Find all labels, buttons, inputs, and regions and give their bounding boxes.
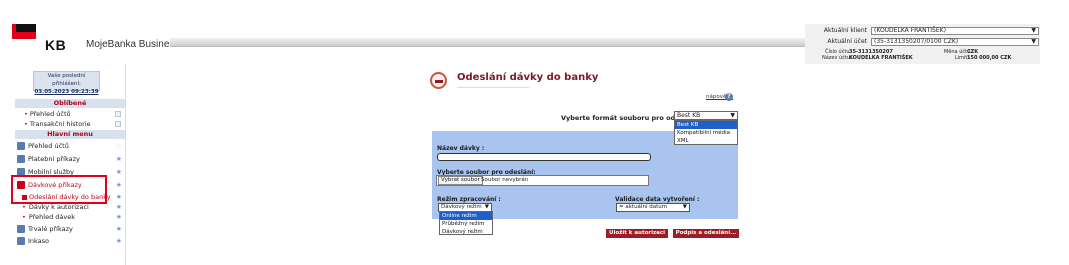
chevron-down-icon: ▼: [1031, 27, 1036, 34]
kb-logo: [12, 24, 36, 39]
validation-label: Validace data vytvoření :: [615, 196, 700, 203]
account-select[interactable]: (35-3131350207/0100 CZK) ▼: [871, 38, 1039, 46]
title-underline: [457, 87, 529, 88]
save-for-authorization-button[interactable]: Uložit k autorizaci: [606, 229, 668, 238]
last-login-box: Vaše poslední přihlášení: 03.05.2023 09:…: [33, 71, 100, 95]
sidebar: Vaše poslední přihlášení: 03.05.2023 09:…: [12, 64, 126, 265]
chevron-down-icon: ▼: [1031, 38, 1036, 45]
last-login-label: Vaše poslední přihlášení:: [47, 73, 86, 87]
choose-file-button[interactable]: Vybrat soubor: [438, 176, 483, 185]
star-icon[interactable]: ★: [116, 223, 122, 235]
format-option[interactable]: XML: [675, 137, 737, 145]
product-name: MojeBanka Business: [86, 39, 180, 50]
batch-name-label: Název dávky :: [437, 145, 485, 152]
standing-orders-icon: [17, 225, 25, 233]
page-title: Odeslání dávky do banky: [457, 72, 599, 83]
menu-item-accounts[interactable]: Přehled účtů ☆: [15, 140, 125, 152]
highlight-annotation: [11, 175, 107, 204]
accounts-icon: [17, 142, 25, 150]
batch-name-input[interactable]: [437, 153, 651, 161]
file-status: Soubor nevybrán: [481, 177, 529, 183]
file-input[interactable]: Vybrat soubor Soubor nevybrán: [436, 175, 649, 186]
client-select[interactable]: (KOUDELKA FRANTIŠEK) ▼: [871, 27, 1039, 35]
payments-icon: [17, 155, 25, 163]
mode-dropdown-list: Online režim Průběžný režim Dávkový reži…: [439, 211, 493, 235]
account-name-label: Název účtu:: [822, 55, 852, 61]
chevron-down-icon: ▼: [730, 112, 735, 119]
menu-item-direct-debit[interactable]: Inkaso ★: [15, 235, 125, 247]
direct-debit-icon: [17, 237, 25, 245]
star-icon[interactable]: ★: [116, 192, 122, 202]
send-batch-icon: [430, 72, 447, 89]
client-label: Aktuální klient: [823, 27, 867, 34]
star-icon[interactable]: ★: [116, 166, 122, 178]
star-icon[interactable]: ☆: [116, 140, 122, 152]
remove-favorite-icon[interactable]: [115, 121, 121, 127]
star-icon[interactable]: ★: [116, 235, 122, 247]
account-label: Aktuální účet: [827, 38, 867, 45]
chevron-down-icon: ▼: [682, 204, 687, 210]
mode-option[interactable]: Dávkový režim: [440, 228, 492, 236]
star-icon[interactable]: ★: [116, 153, 122, 165]
account-name: KOUDELKA FRANTIŠEK: [849, 55, 913, 61]
favorites-heading: Oblíbené: [15, 99, 125, 108]
remove-favorite-icon[interactable]: [115, 111, 121, 117]
mode-label: Režim zpracování :: [437, 196, 501, 203]
sign-and-send-button[interactable]: Podpis a odeslání...: [673, 229, 739, 238]
brand-name: KB: [45, 37, 67, 53]
chevron-down-icon: ▼: [484, 204, 489, 210]
help-icon[interactable]: ?: [725, 93, 733, 101]
mode-option[interactable]: Průběžný režim: [440, 220, 492, 228]
context-panel: Aktuální klient (KOUDELKA FRANTIŠEK) ▼ Ak…: [805, 24, 1040, 64]
menu-item-payments[interactable]: Platební příkazy ★: [15, 153, 125, 165]
mode-option[interactable]: Online režim: [440, 212, 492, 220]
last-login-date[interactable]: 03.05.2023 09:23:39: [34, 88, 99, 96]
limit: 150 000,00 CZK: [967, 55, 1012, 61]
star-icon[interactable]: ★: [116, 179, 122, 191]
star-icon[interactable]: ★: [116, 202, 122, 212]
format-option[interactable]: Best KB: [675, 121, 737, 129]
favorite-item-history[interactable]: • Transakční historie: [24, 120, 91, 128]
menu-item-standing-orders[interactable]: Trvalé příkazy ★: [15, 223, 125, 235]
header-bar: [170, 38, 822, 47]
format-option[interactable]: Kompatibilní média: [675, 129, 737, 137]
format-select[interactable]: Best KB ▼: [674, 111, 738, 120]
main-menu-heading: Hlavní menu: [15, 130, 125, 139]
validation-select[interactable]: = aktuální datum ▼: [616, 203, 690, 212]
format-dropdown-list: Best KB Kompatibilní média XML: [674, 120, 738, 145]
star-icon[interactable]: ★: [116, 212, 122, 222]
main-content: Odeslání dávky do banky nápověda ? Vyber…: [127, 64, 1040, 265]
sub-item-batch-overview[interactable]: • Přehled dávek ★: [22, 212, 125, 222]
favorite-item-accounts[interactable]: • Přehled účtů: [24, 110, 71, 118]
